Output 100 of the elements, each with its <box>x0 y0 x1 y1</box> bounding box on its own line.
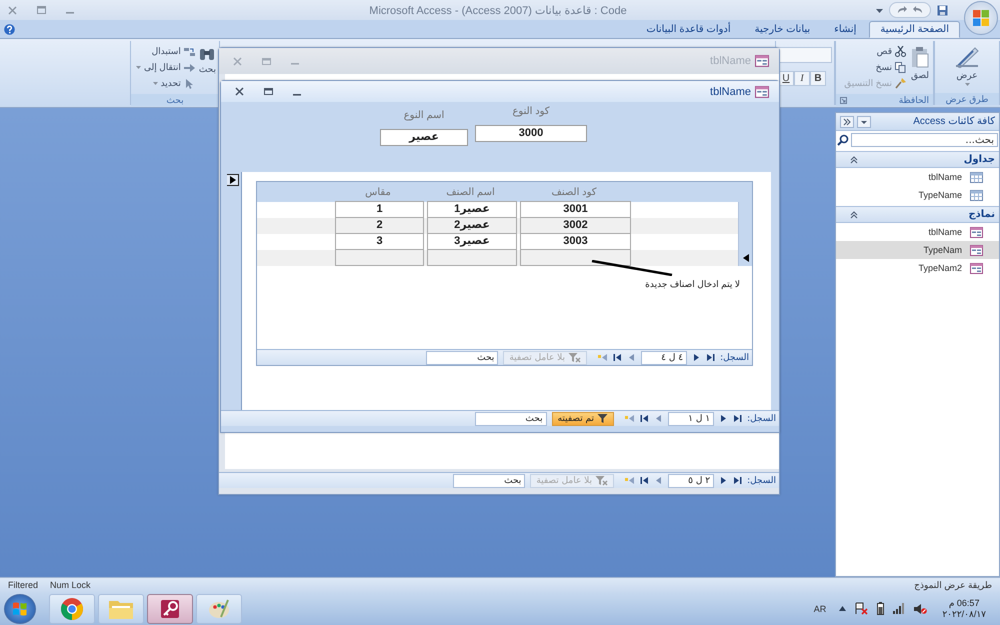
pane-item[interactable]: TypeName <box>836 186 999 204</box>
paste-button[interactable]: لصق <box>910 44 930 91</box>
dropdown-icon[interactable] <box>857 116 871 128</box>
table-cell[interactable] <box>335 249 424 266</box>
group-header[interactable]: جداول <box>836 151 999 168</box>
search-field[interactable]: بحث <box>426 350 498 364</box>
first-record-icon[interactable] <box>733 414 742 423</box>
ribbon-tab[interactable]: أدوات قاعدة البيانات <box>635 21 742 38</box>
previous-record-icon[interactable] <box>692 353 702 362</box>
form-title: tblName <box>710 86 751 98</box>
ribbon-tab[interactable]: بيانات خارجية <box>744 21 822 38</box>
form-title: tblName <box>710 55 751 67</box>
restore-icon[interactable] <box>264 88 273 95</box>
taskbar-button[interactable] <box>49 594 95 624</box>
pane-item[interactable]: tblName <box>836 223 999 241</box>
previous-record-icon[interactable] <box>719 414 728 423</box>
table-cell[interactable]: 3002 <box>520 217 631 234</box>
signal-icon[interactable] <box>893 603 906 614</box>
table-cell[interactable]: 3003 <box>520 233 631 250</box>
ruler-pencil-icon <box>955 46 979 68</box>
save-icon[interactable] <box>937 4 948 16</box>
last-record-icon[interactable] <box>613 353 622 362</box>
record-number-field[interactable]: ٢ ل ٥ <box>668 474 714 488</box>
table-cell[interactable]: عصير3 <box>427 233 517 250</box>
battery-icon[interactable] <box>877 602 884 615</box>
ribbon-button[interactable]: تحديد <box>136 76 195 91</box>
pane-item[interactable]: TypeNam2 <box>836 259 999 277</box>
next-record-icon[interactable] <box>627 353 636 362</box>
ribbon-tab[interactable]: الصفحة الرئيسية <box>869 21 960 38</box>
binoculars-icon <box>199 46 216 62</box>
double-chevron-icon[interactable] <box>840 116 854 128</box>
ribbon-button[interactable]: نسخ <box>844 60 906 75</box>
table-cell[interactable]: عصير1 <box>427 201 517 218</box>
collapse-icon <box>850 210 858 218</box>
first-record-icon[interactable] <box>733 476 742 485</box>
font-field[interactable] <box>778 47 832 63</box>
previous-record-icon[interactable] <box>719 476 728 485</box>
dropdown-icon[interactable] <box>876 6 883 14</box>
record-number-field[interactable]: ٤ ل ٤ <box>641 350 688 364</box>
table-cell[interactable]: 3001 <box>520 201 631 218</box>
ribbon-button[interactable]: استبدال <box>136 44 195 59</box>
speaker-muted-icon[interactable] <box>914 602 928 614</box>
record-label: السجل: <box>720 352 749 362</box>
cursor-icon <box>184 78 195 88</box>
column-header: اسم الصنف <box>445 186 496 198</box>
search-field[interactable]: بحث <box>474 412 547 426</box>
search-field[interactable]: بحث... <box>851 133 998 147</box>
first-record-icon[interactable] <box>706 353 716 362</box>
view-button[interactable]: عرض <box>938 44 996 90</box>
language-indicator[interactable]: AR <box>814 604 826 614</box>
field-label: كود النوع <box>512 106 550 117</box>
group-header[interactable]: نماذج <box>836 206 999 223</box>
filter-button[interactable]: تم تصفيته <box>552 412 614 426</box>
table-cell[interactable] <box>520 249 631 266</box>
flag-icon[interactable] <box>855 602 868 615</box>
pane-item[interactable]: TypeNam <box>836 241 999 259</box>
table-cell[interactable]: 1 <box>335 201 424 218</box>
brush-icon <box>895 78 906 89</box>
search-icon[interactable] <box>837 134 849 146</box>
scissors-icon <box>895 46 906 57</box>
close-icon[interactable] <box>235 87 244 96</box>
record-number-field[interactable]: ١ ل ١ <box>668 412 714 426</box>
ribbon-tab[interactable]: إنشاء <box>823 21 868 38</box>
pointer-icon <box>230 176 236 184</box>
dialog-launcher-icon[interactable] <box>840 96 847 104</box>
funnel-icon <box>597 413 608 424</box>
arrow-icon <box>184 62 195 72</box>
chrome-icon <box>60 596 84 620</box>
status-text: طريقة عرض النموذج <box>914 580 992 590</box>
text-field[interactable]: عصير <box>380 129 468 146</box>
table-cell[interactable] <box>427 249 517 266</box>
search-field[interactable]: بحث <box>453 474 526 488</box>
ribbon-button[interactable]: انتقال إلى <box>136 60 195 75</box>
record-selector[interactable] <box>227 174 239 186</box>
pane-item[interactable]: tblName <box>836 168 999 186</box>
clock-time[interactable]: 06:57 م <box>948 598 980 608</box>
pointer-icon <box>742 254 748 262</box>
format-button[interactable]: B <box>810 71 826 86</box>
palette-icon <box>207 596 231 620</box>
ribbon-button[interactable]: قص <box>844 44 906 59</box>
find-button[interactable]: بحث <box>198 44 216 91</box>
clock-date[interactable]: ٢٠٢٢/٠٨/١٧ <box>942 608 986 620</box>
table-cell[interactable]: 3 <box>335 233 424 250</box>
last-record-icon[interactable] <box>640 414 650 423</box>
last-record-icon[interactable] <box>640 476 650 485</box>
next-record-icon[interactable] <box>654 414 664 423</box>
show-hidden-icon[interactable] <box>839 606 846 611</box>
help-icon[interactable] <box>4 24 15 34</box>
redo-icon[interactable] <box>896 5 908 15</box>
taskbar-button[interactable] <box>147 594 193 624</box>
table-cell[interactable]: 2 <box>335 217 424 234</box>
form-icon <box>755 55 769 67</box>
text-field[interactable]: 3000 <box>475 125 587 142</box>
undo-icon[interactable] <box>912 5 924 15</box>
table-icon <box>970 172 983 182</box>
table-cell[interactable]: عصير2 <box>427 217 517 234</box>
format-button[interactable]: I <box>794 71 810 86</box>
next-record-icon[interactable] <box>654 476 664 485</box>
start-button[interactable] <box>4 594 36 624</box>
copy-icon <box>895 62 906 73</box>
